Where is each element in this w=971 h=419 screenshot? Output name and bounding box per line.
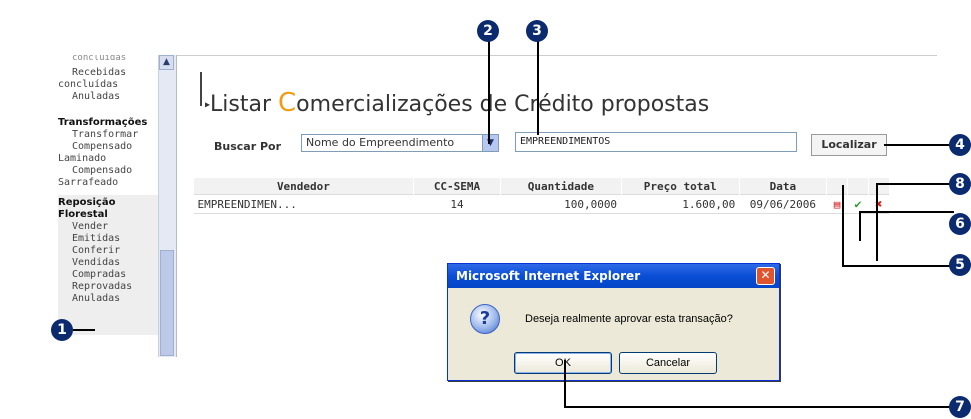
callout-line-8b [876, 183, 878, 261]
callout-line-5a [842, 265, 954, 267]
col-quantidade: Quantidade [500, 178, 622, 195]
sidebar-item-concluidas-cut[interactable]: concluidas [58, 55, 158, 67]
dialog-title: Microsoft Internet Explorer [448, 264, 779, 288]
sidebar-section-header-line1: Reposição [58, 197, 116, 208]
col-data: Data [738, 178, 827, 195]
sidebar-item-compensado-2[interactable]: Compensado [58, 165, 158, 177]
col-action-reject [868, 178, 889, 195]
sidebar-scrollbar[interactable]: ▲ [158, 55, 176, 357]
sidebar-item-anuladas-2[interactable]: Anuladas [58, 293, 158, 305]
cell-data: 09/06/2006 [739, 194, 827, 214]
ok-button[interactable]: OK [514, 352, 612, 374]
callout-line-7a [564, 360, 566, 408]
confirm-dialog: Microsoft Internet Explorer ✕ ? Deseja r… [447, 263, 780, 381]
scroll-thumb[interactable] [160, 250, 174, 356]
sidebar-item-reprovadas[interactable]: Reprovadas [58, 281, 158, 293]
callout-badge-4: 4 [949, 134, 971, 156]
close-icon[interactable]: ✕ [756, 267, 775, 285]
search-by-select[interactable]: Nome do Empreendimento ▼ [301, 134, 499, 152]
col-action-approve [847, 178, 869, 195]
sidebar-item-anuladas[interactable]: Anuladas [58, 91, 158, 103]
question-icon: ? [470, 304, 500, 334]
sidebar-item-compradas[interactable]: Compradas [58, 269, 158, 281]
col-vendedor: Vendedor [193, 178, 414, 195]
cell-preco-total: 1.600,00 [621, 194, 740, 214]
sidebar-item-emitidas[interactable]: Emitidas [58, 233, 158, 245]
sidebar-item-vendidas[interactable]: Vendidas [58, 257, 158, 269]
callout-line-7b [564, 406, 954, 408]
callout-line-8a [876, 183, 954, 185]
page-title: ▸Listar Comercializações de Crédito prop… [205, 88, 709, 118]
callout-line-1 [73, 329, 95, 331]
sidebar-menu: concluidas Recebidas concluídas Anuladas… [58, 55, 158, 357]
table-header-row: Vendedor CC-SEMA Quantidade Preço total … [193, 178, 889, 195]
divider [176, 55, 177, 357]
sidebar-item-concluidas[interactable]: concluídas [58, 79, 158, 91]
page-title-initial: C [278, 88, 297, 118]
callout-line-5b [842, 185, 844, 267]
cell-quantidade: 100,0000 [500, 194, 622, 214]
callout-badge-8: 8 [949, 173, 971, 195]
col-cc-sema: CC-SEMA [412, 178, 501, 195]
search-input[interactable]: EMPREENDIMENTOS [515, 132, 797, 152]
content-top-border [177, 55, 937, 56]
callout-line-3 [537, 31, 539, 135]
callout-line-4 [884, 144, 954, 146]
scroll-up-arrow-icon[interactable]: ▲ [159, 55, 174, 70]
sidebar-section-reposicao: Reposição Florestal Vender Emitidas Conf… [58, 195, 158, 335]
callout-line-6a [859, 211, 954, 213]
cell-vendedor: EMPREENDIMEN... [193, 194, 414, 214]
cancel-button[interactable]: Cancelar [619, 352, 717, 374]
callout-badge-1: 1 [51, 319, 73, 341]
cell-cc-sema: 14 [413, 194, 501, 214]
dialog-message: Deseja realmente aprovar esta transação? [525, 313, 733, 325]
search-by-label: Buscar Por [214, 140, 282, 153]
sidebar-item-transformar[interactable]: Transformar [58, 129, 158, 141]
sidebar-item-conferir[interactable]: Conferir [58, 245, 158, 257]
col-action-pdf [826, 178, 848, 195]
sidebar-item-recebidas[interactable]: Recebidas [58, 67, 158, 79]
col-preco-total: Preço total [620, 178, 740, 195]
table-row: EMPREENDIMEN... 14 100,0000 1.600,00 09/… [193, 194, 889, 214]
sidebar-item-vender[interactable]: Vender [58, 221, 158, 233]
callout-badge-7: 7 [949, 396, 971, 418]
sidebar-section-header-line2: Florestal [58, 209, 108, 220]
search-by-select-value: Nome do Empreendimento [306, 136, 455, 149]
localizar-button[interactable]: Localizar [811, 134, 887, 156]
title-bar-decoration [200, 72, 202, 106]
callout-badge-2: 2 [477, 20, 499, 42]
pdf-icon[interactable]: ▤ [826, 194, 848, 214]
results-table: Vendedor CC-SEMA Quantidade Preço total … [193, 178, 889, 214]
callout-line-6b [859, 211, 861, 241]
callout-badge-3: 3 [526, 20, 548, 42]
sidebar-item-laminado[interactable]: Laminado [58, 153, 158, 165]
sidebar-item-compensado[interactable]: Compensado [58, 141, 158, 153]
sidebar-section-transformacoes: Transformações [58, 117, 148, 128]
callout-line-2 [488, 31, 490, 144]
callout-badge-5: 5 [949, 254, 971, 276]
callout-badge-6: 6 [949, 213, 971, 235]
sidebar-item-sarrafeado[interactable]: Sarrafeado [58, 177, 158, 189]
page-title-rest: omercializações de Crédito propostas [296, 92, 710, 117]
chevron-down-icon[interactable]: ▼ [482, 135, 498, 151]
page-title-prefix: Listar [210, 92, 279, 117]
